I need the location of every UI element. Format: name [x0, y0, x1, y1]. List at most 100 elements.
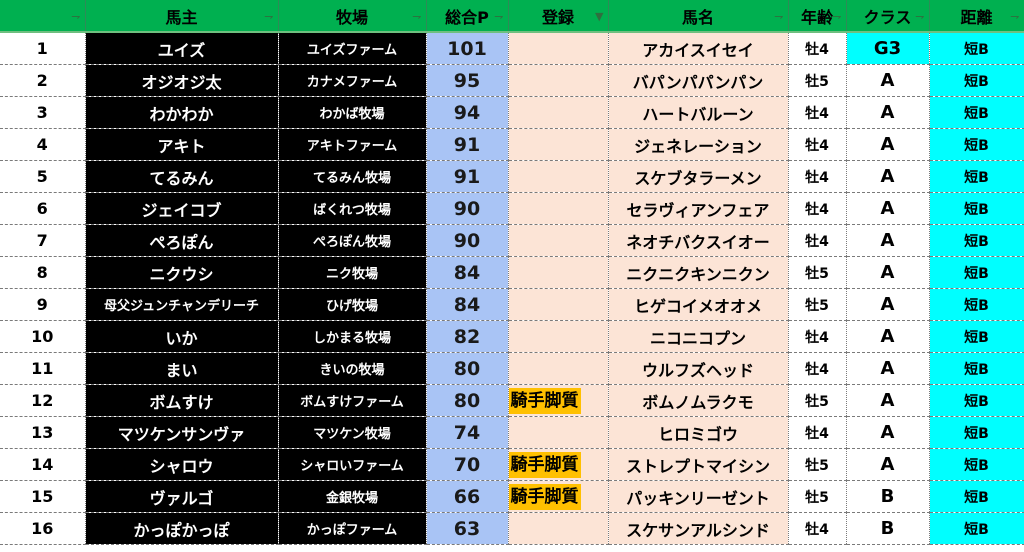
registration-cell[interactable]: [508, 512, 609, 545]
registration-cell[interactable]: [508, 288, 609, 321]
class-cell[interactable]: A: [846, 96, 930, 129]
farm-cell[interactable]: マツケン牧場: [278, 416, 427, 449]
farm-cell[interactable]: アキトファーム: [278, 128, 427, 161]
distance-cell[interactable]: 短B: [929, 192, 1024, 225]
registration-cell[interactable]: [508, 416, 609, 449]
farm-cell[interactable]: カナメファーム: [278, 64, 427, 97]
distance-cell[interactable]: 短B: [929, 512, 1024, 545]
points-cell[interactable]: 101: [426, 32, 509, 65]
points-cell[interactable]: 91: [426, 160, 509, 193]
registration-cell[interactable]: [508, 224, 609, 257]
farm-cell[interactable]: てるみん牧場: [278, 160, 427, 193]
age-cell[interactable]: 牡4: [788, 512, 847, 545]
points-cell[interactable]: 70: [426, 448, 509, 481]
owner-cell[interactable]: わかわか: [85, 96, 279, 129]
class-cell[interactable]: A: [846, 160, 930, 193]
age-cell[interactable]: 牡4: [788, 224, 847, 257]
horse-name-cell[interactable]: ハートバルーン: [608, 96, 789, 129]
header-horse-name[interactable]: 馬名 ⇁: [608, 0, 789, 33]
rank-cell[interactable]: 7: [0, 224, 86, 257]
horse-name-cell[interactable]: バパンパパンパン: [608, 64, 789, 97]
horse-name-cell[interactable]: スケブタラーメン: [608, 160, 789, 193]
owner-cell[interactable]: かっぽかっぽ: [85, 512, 279, 545]
rank-cell[interactable]: 8: [0, 256, 86, 289]
distance-cell[interactable]: 短B: [929, 32, 1024, 65]
distance-cell[interactable]: 短B: [929, 224, 1024, 257]
rank-cell[interactable]: 12: [0, 384, 86, 417]
filter-dropdown-icon[interactable]: ⇁: [832, 11, 841, 22]
farm-cell[interactable]: かっぽファーム: [278, 512, 427, 545]
rank-cell[interactable]: 1: [0, 32, 86, 65]
registration-cell[interactable]: 騎手脚質: [508, 384, 609, 417]
horse-name-cell[interactable]: ニコニコプン: [608, 320, 789, 353]
horse-name-cell[interactable]: ジェネレーション: [608, 128, 789, 161]
points-cell[interactable]: 74: [426, 416, 509, 449]
header-registration[interactable]: 登録 ▼: [508, 0, 609, 33]
distance-cell[interactable]: 短B: [929, 128, 1024, 161]
filter-dropdown-icon[interactable]: ⇁: [774, 11, 783, 22]
owner-cell[interactable]: まい: [85, 352, 279, 385]
filter-dropdown-icon[interactable]: ⇁: [1010, 11, 1019, 22]
rank-cell[interactable]: 3: [0, 96, 86, 129]
distance-cell[interactable]: 短B: [929, 160, 1024, 193]
owner-cell[interactable]: 母父ジュンチャンデリーチ: [85, 288, 279, 321]
distance-cell[interactable]: 短B: [929, 352, 1024, 385]
age-cell[interactable]: 牡4: [788, 352, 847, 385]
registration-cell[interactable]: [508, 320, 609, 353]
horse-name-cell[interactable]: パッキンリーゼント: [608, 480, 789, 513]
registration-cell[interactable]: [508, 128, 609, 161]
points-cell[interactable]: 80: [426, 352, 509, 385]
age-cell[interactable]: 牡5: [788, 288, 847, 321]
points-cell[interactable]: 84: [426, 256, 509, 289]
class-cell[interactable]: A: [846, 192, 930, 225]
age-cell[interactable]: 牡5: [788, 448, 847, 481]
points-cell[interactable]: 90: [426, 224, 509, 257]
rank-cell[interactable]: 9: [0, 288, 86, 321]
class-cell[interactable]: A: [846, 352, 930, 385]
owner-cell[interactable]: オジオジ太: [85, 64, 279, 97]
registration-cell[interactable]: [508, 64, 609, 97]
class-cell[interactable]: A: [846, 64, 930, 97]
age-cell[interactable]: 牡4: [788, 160, 847, 193]
filter-active-icon[interactable]: ▼: [595, 11, 603, 22]
horse-name-cell[interactable]: ボムノムラクモ: [608, 384, 789, 417]
header-age[interactable]: 年齢 ⇁: [788, 0, 847, 33]
owner-cell[interactable]: ぺろぽん: [85, 224, 279, 257]
distance-cell[interactable]: 短B: [929, 96, 1024, 129]
points-cell[interactable]: 94: [426, 96, 509, 129]
distance-cell[interactable]: 短B: [929, 480, 1024, 513]
rank-cell[interactable]: 4: [0, 128, 86, 161]
farm-cell[interactable]: ひげ牧場: [278, 288, 427, 321]
age-cell[interactable]: 牡4: [788, 192, 847, 225]
distance-cell[interactable]: 短B: [929, 256, 1024, 289]
class-cell[interactable]: A: [846, 416, 930, 449]
horse-name-cell[interactable]: ストレプトマイシン: [608, 448, 789, 481]
rank-cell[interactable]: 10: [0, 320, 86, 353]
age-cell[interactable]: 牡4: [788, 96, 847, 129]
class-cell[interactable]: A: [846, 256, 930, 289]
header-owner[interactable]: 馬主 ⇁: [85, 0, 279, 33]
registration-cell[interactable]: 騎手脚質: [508, 448, 609, 481]
points-cell[interactable]: 91: [426, 128, 509, 161]
farm-cell[interactable]: ばくれつ牧場: [278, 192, 427, 225]
farm-cell[interactable]: わかば牧場: [278, 96, 427, 129]
age-cell[interactable]: 牡4: [788, 320, 847, 353]
registration-cell[interactable]: [508, 32, 609, 65]
rank-cell[interactable]: 5: [0, 160, 86, 193]
header-class[interactable]: クラス ⇁: [846, 0, 930, 33]
rank-cell[interactable]: 11: [0, 352, 86, 385]
age-cell[interactable]: 牡5: [788, 480, 847, 513]
filter-dropdown-icon[interactable]: ⇁: [494, 11, 503, 22]
horse-name-cell[interactable]: ウルフズヘッド: [608, 352, 789, 385]
class-cell[interactable]: A: [846, 224, 930, 257]
owner-cell[interactable]: ジェイコブ: [85, 192, 279, 225]
farm-cell[interactable]: しかまる牧場: [278, 320, 427, 353]
class-cell[interactable]: A: [846, 288, 930, 321]
age-cell[interactable]: 牡5: [788, 64, 847, 97]
rank-cell[interactable]: 6: [0, 192, 86, 225]
horse-name-cell[interactable]: ヒロミゴウ: [608, 416, 789, 449]
registration-cell[interactable]: [508, 160, 609, 193]
horse-name-cell[interactable]: ヒゲコイメオオメ: [608, 288, 789, 321]
owner-cell[interactable]: ニクウシ: [85, 256, 279, 289]
age-cell[interactable]: 牡5: [788, 384, 847, 417]
